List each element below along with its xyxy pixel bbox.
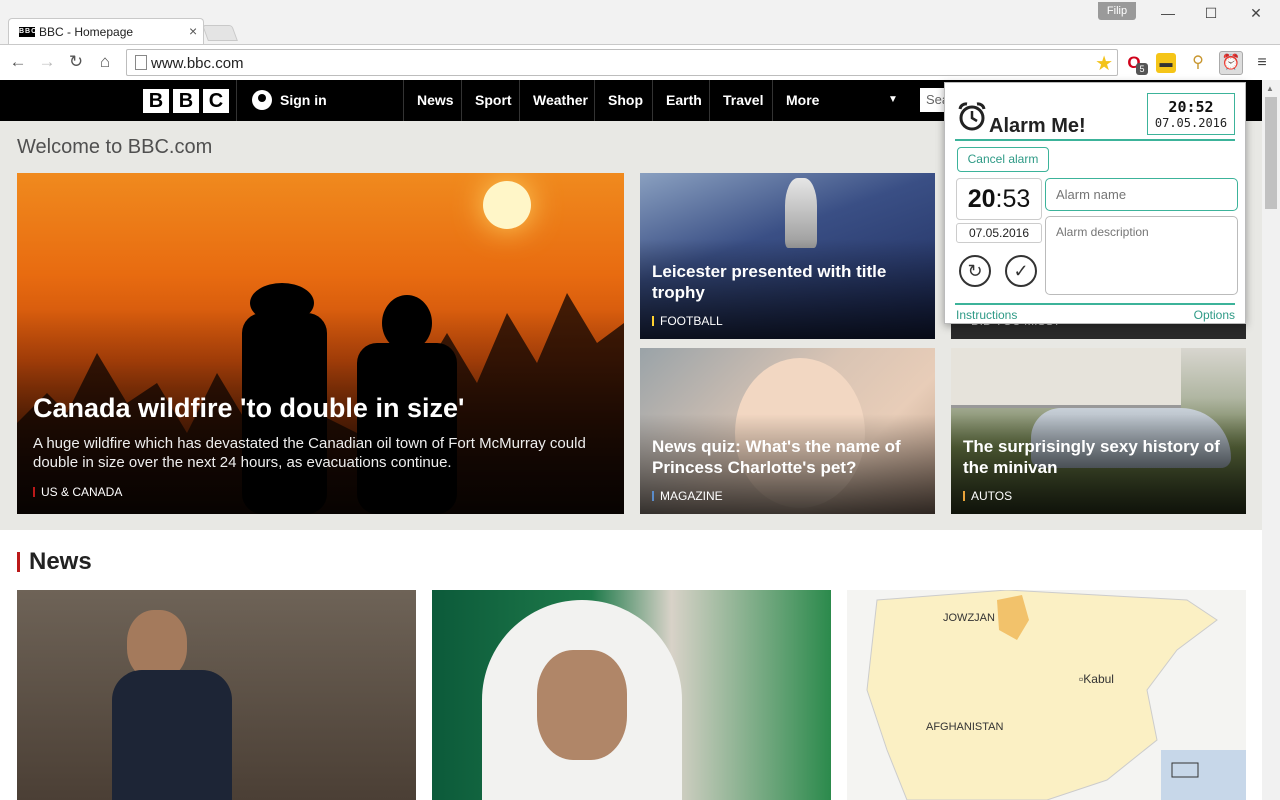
sun-image	[483, 181, 531, 229]
story-card-quiz[interactable]: News quiz: What's the name of Princess C…	[640, 348, 935, 514]
news-card-1[interactable]	[17, 590, 416, 800]
news-card-map[interactable]: JOWZJAN ▫Kabul AFGHANISTAN	[847, 590, 1246, 800]
hero-tag[interactable]: US & CANADA	[33, 485, 122, 499]
nav-earth[interactable]: Earth	[652, 80, 715, 121]
trophy-image	[785, 178, 817, 248]
alarm-clock-logo-icon	[958, 102, 986, 131]
hero-story-card[interactable]: Canada wildfire 'to double in size' A hu…	[17, 173, 624, 514]
face-image	[537, 650, 627, 760]
map-label-jowzjan: JOWZJAN	[943, 612, 995, 624]
afghanistan-map-image	[847, 590, 1246, 800]
news-card-2[interactable]	[432, 590, 831, 800]
current-time: 20:52	[1168, 98, 1214, 116]
new-tab-button[interactable]	[202, 25, 238, 41]
menu-icon[interactable]: ≡	[1252, 53, 1272, 73]
alarm-name-input[interactable]	[1045, 178, 1238, 211]
nav-sport[interactable]: Sport	[461, 80, 525, 121]
map-label-afghanistan: AFGHANISTAN	[926, 721, 1004, 733]
browser-titlebar: BBC BBC - Homepage × Filip — ☐ ✕	[0, 0, 1280, 45]
scroll-up-arrow-icon[interactable]: ▲	[1266, 84, 1274, 93]
minimize-button[interactable]: —	[1158, 4, 1178, 22]
profile-button[interactable]: Filip	[1098, 2, 1136, 20]
hero-summary: A huge wildfire which has devastated the…	[33, 435, 586, 471]
account-icon	[252, 90, 272, 110]
instructions-link[interactable]: Instructions	[956, 308, 1017, 322]
nav-travel[interactable]: Travel	[709, 80, 776, 121]
address-bar[interactable]: www.bbc.com ★	[126, 49, 1118, 76]
divider	[955, 303, 1235, 305]
story-headline[interactable]: The surprisingly sexy history of the min…	[963, 436, 1238, 478]
tab-close-icon[interactable]: ×	[189, 23, 197, 39]
extension-badge: 5	[1136, 63, 1148, 75]
page-icon	[135, 55, 147, 70]
story-tag[interactable]: AUTOS	[963, 489, 1012, 503]
browser-tab[interactable]: BBC BBC - Homepage ×	[8, 18, 204, 45]
story-tag[interactable]: MAGAZINE	[652, 489, 723, 503]
close-window-button[interactable]: ✕	[1246, 4, 1266, 22]
sign-in-label: Sign in	[280, 92, 327, 108]
sign-in-link[interactable]: Sign in	[252, 90, 327, 110]
repeat-icon[interactable]: ↻	[959, 255, 991, 287]
scroll-thumb[interactable]	[1265, 97, 1277, 209]
back-arrow-icon[interactable]: ←	[8, 52, 28, 72]
nav-news[interactable]: News	[403, 80, 467, 121]
url-text: www.bbc.com	[151, 55, 244, 72]
alarm-clock-extension-icon[interactable]: ⏰	[1219, 51, 1243, 75]
story-tag[interactable]: FOOTBALL	[652, 314, 723, 328]
hero-headline[interactable]: Canada wildfire 'to double in size'	[33, 393, 464, 424]
alarm-description-input[interactable]	[1045, 216, 1238, 295]
maximize-button[interactable]: ☐	[1201, 4, 1221, 22]
cancel-alarm-button[interactable]: Cancel alarm	[957, 147, 1049, 172]
tab-title: BBC - Homepage	[39, 25, 134, 39]
alarm-minute[interactable]: 53	[1002, 185, 1030, 213]
current-clock: 20:52 07.05.2016	[1147, 93, 1235, 135]
confirm-check-icon[interactable]: ✓	[1005, 255, 1037, 287]
reload-icon[interactable]: ↻	[66, 52, 86, 72]
story-headline[interactable]: Leicester presented with title trophy	[652, 261, 922, 303]
story-headline[interactable]: News quiz: What's the name of Princess C…	[652, 436, 927, 478]
bookmark-star-icon[interactable]: ★	[1095, 51, 1113, 76]
nav-shop[interactable]: Shop	[594, 80, 656, 121]
key-extension-icon[interactable]: ⚲	[1188, 53, 1208, 73]
story-card-leicester[interactable]: Leicester presented with title trophy FO…	[640, 173, 935, 339]
notes-extension-icon[interactable]: ▬	[1156, 53, 1176, 73]
bbc-favicon-icon: BBC	[19, 27, 38, 37]
more-caret-icon: ▼	[888, 94, 898, 105]
alarm-hour[interactable]: 20	[968, 185, 996, 213]
welcome-heading: Welcome to BBC.com	[17, 136, 213, 158]
alarm-time-input[interactable]: 20:53	[956, 178, 1042, 220]
divider	[955, 139, 1235, 141]
person-suit-image	[112, 670, 232, 800]
forward-arrow-icon[interactable]: →	[37, 52, 57, 72]
story-card-minivan[interactable]: The surprisingly sexy history of the min…	[951, 348, 1246, 514]
building-image	[951, 348, 1181, 408]
news-section-title[interactable]: News	[17, 548, 92, 576]
alarm-me-popup: Alarm Me! 20:52 07.05.2016 Cancel alarm …	[944, 82, 1246, 324]
nav-weather[interactable]: Weather	[519, 80, 601, 121]
alarm-date-input[interactable]: 07.05.2016	[956, 223, 1042, 243]
browser-toolbar: ← → ↻ ⌂ www.bbc.com ★ O 5 ▬ ⚲ ⏰ ≡	[0, 44, 1280, 80]
bbc-logo[interactable]: BBC	[143, 89, 229, 113]
current-date: 07.05.2016	[1154, 116, 1228, 130]
options-link[interactable]: Options	[1194, 308, 1235, 322]
home-icon[interactable]: ⌂	[95, 52, 115, 72]
map-label-kabul: ▫Kabul	[1079, 672, 1114, 686]
app-title: Alarm Me!	[989, 115, 1086, 137]
